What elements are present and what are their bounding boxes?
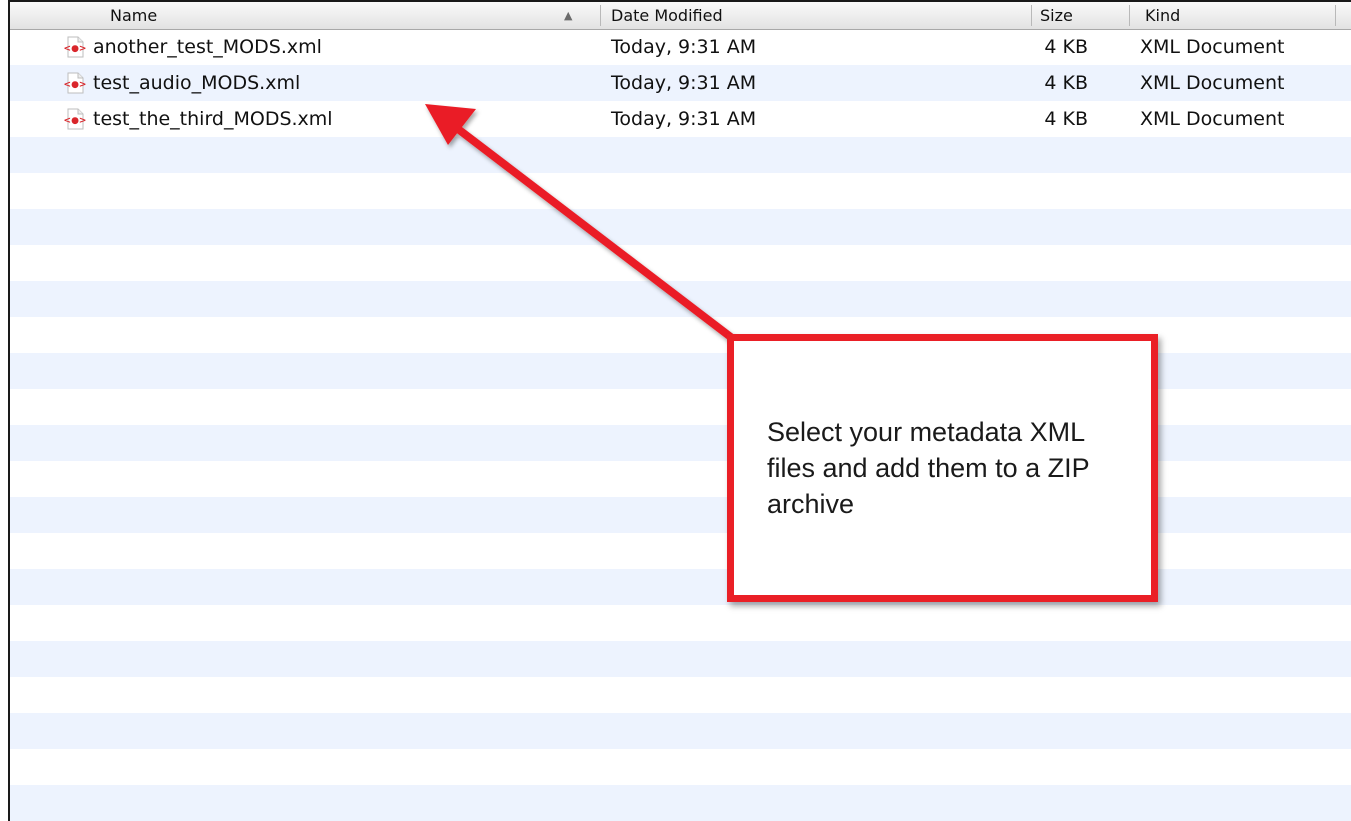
annotation-callout-box: Select your metadata XML files and add t… — [727, 334, 1158, 602]
svg-text:<●>: <●> — [64, 80, 86, 90]
annotation-text: Select your metadata XML files and add t… — [767, 417, 1090, 519]
xml-file-icon: <●> — [64, 72, 86, 94]
column-divider[interactable] — [1129, 5, 1130, 26]
column-divider[interactable] — [600, 5, 601, 26]
empty-row — [10, 173, 1351, 209]
empty-row — [10, 245, 1351, 281]
empty-row — [10, 677, 1351, 713]
file-size: 4 KB — [1044, 108, 1088, 130]
empty-row — [10, 641, 1351, 677]
column-header-kind-label: Kind — [1145, 6, 1181, 25]
file-date-modified: Today, 9:31 AM — [611, 72, 757, 94]
file-size: 4 KB — [1044, 72, 1088, 94]
column-header-name[interactable]: Name — [110, 2, 600, 29]
file-kind: XML Document — [1140, 36, 1285, 58]
column-header-date-label: Date Modified — [611, 6, 723, 25]
file-name: another_test_MODS.xml — [93, 36, 322, 58]
column-header-bar: Name ▲ Date Modified Size Kind — [10, 2, 1351, 30]
xml-file-icon: <●> — [64, 108, 86, 130]
empty-row — [10, 785, 1351, 821]
svg-text:<●>: <●> — [64, 44, 86, 54]
column-divider[interactable] — [1031, 5, 1032, 26]
file-row[interactable]: <●> test_the_third_MODS.xml Today, 9:31 … — [10, 101, 1351, 137]
file-date-modified: Today, 9:31 AM — [611, 108, 757, 130]
file-kind: XML Document — [1140, 108, 1285, 130]
svg-text:<●>: <●> — [64, 116, 86, 126]
column-header-kind[interactable]: Kind — [1145, 2, 1335, 29]
file-row[interactable]: <●> test_audio_MODS.xml Today, 9:31 AM 4… — [10, 65, 1351, 101]
column-divider[interactable] — [1335, 5, 1336, 26]
file-row[interactable]: <●> another_test_MODS.xml Today, 9:31 AM… — [10, 29, 1351, 65]
xml-file-icon: <●> — [64, 36, 86, 58]
file-size: 4 KB — [1044, 36, 1088, 58]
sort-ascending-icon: ▲ — [564, 9, 573, 22]
empty-row — [10, 209, 1351, 245]
empty-row — [10, 281, 1351, 317]
empty-row — [10, 713, 1351, 749]
column-header-name-label: Name — [110, 6, 158, 25]
file-name: test_audio_MODS.xml — [93, 72, 301, 94]
empty-row — [10, 605, 1351, 641]
column-header-size[interactable]: Size — [1040, 2, 1130, 29]
file-name: test_the_third_MODS.xml — [93, 108, 333, 130]
column-header-date-modified[interactable]: Date Modified — [611, 2, 1031, 29]
file-kind: XML Document — [1140, 72, 1285, 94]
empty-row — [10, 137, 1351, 173]
column-header-size-label: Size — [1040, 6, 1073, 25]
file-date-modified: Today, 9:31 AM — [611, 36, 757, 58]
empty-row — [10, 749, 1351, 785]
